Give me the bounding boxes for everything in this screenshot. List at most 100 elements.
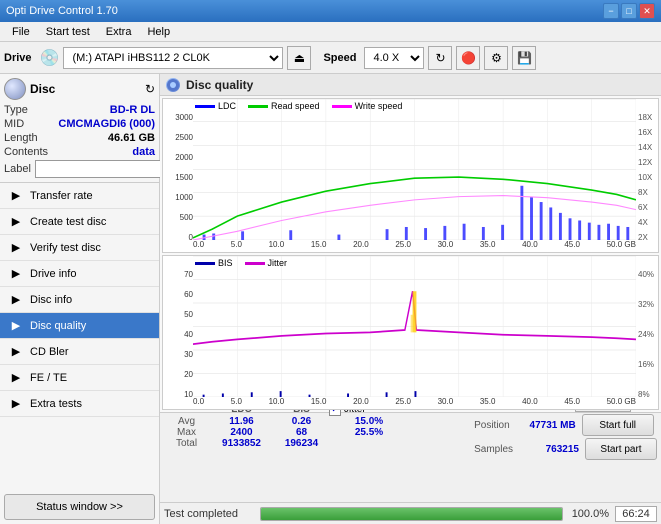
chart1-y-axis-right: 18X16X14X12X10X8X6X4X2X bbox=[636, 99, 658, 252]
menu-extra[interactable]: Extra bbox=[98, 24, 140, 40]
stats-panel: LDC BIS ✓ Jitter Avg 11.96 0.26 15.0% bbox=[160, 412, 661, 502]
sidebar-item-label: Create test disc bbox=[30, 216, 106, 228]
maximize-button[interactable]: □ bbox=[621, 3, 637, 19]
stats-total-ldc: 9133852 bbox=[209, 438, 274, 449]
chart2-svg bbox=[193, 256, 636, 397]
chart2-y-axis-left: 70605040302010 bbox=[163, 256, 193, 409]
disc-info-panel: Disc ↻ Type BD-R DL MID CMCMAGDI6 (000) … bbox=[0, 74, 159, 183]
close-button[interactable]: ✕ bbox=[639, 3, 655, 19]
menu-help[interactable]: Help bbox=[139, 24, 178, 40]
menu-file[interactable]: File bbox=[4, 24, 38, 40]
disc-type-key: Type bbox=[4, 104, 28, 116]
legend-bis: BIS bbox=[218, 258, 233, 268]
menu-start-test[interactable]: Start test bbox=[38, 24, 98, 40]
sidebar-item-label: Extra tests bbox=[30, 398, 82, 410]
status-text: Test completed bbox=[164, 508, 254, 520]
extra-tests-icon: ▶ bbox=[8, 396, 24, 412]
progress-bar bbox=[260, 507, 563, 521]
disc-length-value: 46.61 GB bbox=[108, 132, 155, 144]
disc-label-key: Label bbox=[4, 163, 31, 175]
legend-ldc: LDC bbox=[218, 101, 236, 111]
cd-bler-icon: ▶ bbox=[8, 344, 24, 360]
menu-bar: File Start test Extra Help bbox=[0, 22, 661, 42]
time-display: 66:24 bbox=[615, 506, 657, 522]
stats-row-avg-label: Avg bbox=[164, 416, 209, 427]
sidebar-item-drive-info[interactable]: ▶ Drive info bbox=[0, 261, 159, 287]
stats-total-bis: 196234 bbox=[274, 438, 329, 449]
fe-te-icon: ▶ bbox=[8, 370, 24, 386]
sidebar-item-cd-bler[interactable]: ▶ CD Bler bbox=[0, 339, 159, 365]
stats-max-ldc: 2400 bbox=[209, 427, 274, 438]
window-controls: − □ ✕ bbox=[603, 3, 655, 19]
progress-bar-fill bbox=[261, 508, 562, 520]
disc-mid-value: CMCMAGDI6 (000) bbox=[58, 118, 155, 130]
status-window-button[interactable]: Status window >> bbox=[4, 494, 155, 520]
refresh-button[interactable]: ↻ bbox=[428, 46, 452, 70]
bottom-bar: Test completed 100.0% 66:24 bbox=[160, 502, 661, 524]
disc-length-key: Length bbox=[4, 132, 38, 144]
progress-pct: 100.0% bbox=[569, 508, 609, 520]
legend-write-speed: Write speed bbox=[355, 101, 403, 111]
speed-select[interactable]: 4.0 X bbox=[364, 47, 424, 69]
disc-label-input[interactable] bbox=[35, 160, 173, 178]
legend-read-speed: Read speed bbox=[271, 101, 320, 111]
sidebar-item-disc-info[interactable]: ▶ Disc info bbox=[0, 287, 159, 313]
chart2-x-axis: 0.05.010.015.020.025.030.035.040.045.050… bbox=[193, 397, 636, 409]
drive-info-icon: ▶ bbox=[8, 266, 24, 282]
disc-info-icon: ▶ bbox=[8, 292, 24, 308]
stats-avg-jitter: 15.0% bbox=[329, 416, 409, 427]
chart-bis: 70605040302010 40%32%24%16%8% BIS Jitter bbox=[162, 255, 659, 410]
verify-test-disc-icon: ▶ bbox=[8, 240, 24, 256]
drive-select[interactable]: (M:) ATAPI iHBS112 2 CL0K bbox=[63, 47, 283, 69]
sidebar-item-label: FE / TE bbox=[30, 372, 67, 384]
sidebar: Disc ↻ Type BD-R DL MID CMCMAGDI6 (000) … bbox=[0, 74, 160, 524]
title-bar: Opti Drive Control 1.70 − □ ✕ bbox=[0, 0, 661, 22]
stats-max-jitter: 25.5% bbox=[329, 427, 409, 438]
app-title: Opti Drive Control 1.70 bbox=[6, 5, 118, 17]
sidebar-item-label: Transfer rate bbox=[30, 190, 93, 202]
save-button[interactable]: 💾 bbox=[512, 46, 536, 70]
stats-avg-bis: 0.26 bbox=[274, 416, 329, 427]
transfer-rate-icon: ▶ bbox=[8, 188, 24, 204]
chart1-x-axis: 0.05.010.015.020.025.030.035.040.045.050… bbox=[193, 240, 636, 252]
sidebar-item-disc-quality[interactable]: ▶ Disc quality bbox=[0, 313, 159, 339]
sidebar-item-fe-te[interactable]: ▶ FE / TE bbox=[0, 365, 159, 391]
create-test-disc-icon: ▶ bbox=[8, 214, 24, 230]
start-full-button[interactable]: Start full bbox=[582, 414, 654, 436]
sidebar-item-label: Disc quality bbox=[30, 320, 86, 332]
main-layout: Disc ↻ Type BD-R DL MID CMCMAGDI6 (000) … bbox=[0, 74, 661, 524]
sidebar-item-label: CD Bler bbox=[30, 346, 69, 358]
sidebar-item-extra-tests[interactable]: ▶ Extra tests bbox=[0, 391, 159, 417]
sidebar-item-verify-test-disc[interactable]: ▶ Verify test disc bbox=[0, 235, 159, 261]
toolbar: Drive 💿 (M:) ATAPI iHBS112 2 CL0K ⏏ Spee… bbox=[0, 42, 661, 74]
eject-button[interactable]: ⏏ bbox=[287, 46, 311, 70]
stats-avg-ldc: 11.96 bbox=[209, 416, 274, 427]
charts-area: 300025002000150010005000 18X16X14X12X10X… bbox=[160, 96, 661, 412]
sidebar-item-label: Verify test disc bbox=[30, 242, 101, 254]
chart-ldc: 300025002000150010005000 18X16X14X12X10X… bbox=[162, 98, 659, 253]
stats-row-total-label: Total bbox=[164, 438, 209, 449]
settings-button[interactable]: ⚙ bbox=[484, 46, 508, 70]
start-part-button[interactable]: Start part bbox=[585, 438, 657, 460]
burn-button[interactable]: 🔴 bbox=[456, 46, 480, 70]
content-area: Disc quality 300025002000150010005000 18… bbox=[160, 74, 661, 524]
stats-total-jitter bbox=[329, 438, 409, 449]
minimize-button[interactable]: − bbox=[603, 3, 619, 19]
sidebar-item-transfer-rate[interactable]: ▶ Transfer rate bbox=[0, 183, 159, 209]
sidebar-item-create-test-disc[interactable]: ▶ Create test disc bbox=[0, 209, 159, 235]
content-title: Disc quality bbox=[186, 78, 253, 92]
disc-quality-icon: ▶ bbox=[8, 318, 24, 334]
drive-icon: 💿 bbox=[40, 48, 60, 68]
chart1-legend: LDC Read speed Write speed bbox=[195, 101, 402, 111]
content-header: Disc quality bbox=[160, 74, 661, 96]
drive-label: Drive bbox=[4, 52, 32, 64]
disc-icon bbox=[4, 78, 26, 100]
nav-items: ▶ Transfer rate ▶ Create test disc ▶ Ver… bbox=[0, 183, 159, 490]
chart1-y-axis-left: 300025002000150010005000 bbox=[163, 99, 193, 252]
position-label: Position bbox=[474, 420, 510, 431]
legend-jitter: Jitter bbox=[268, 258, 288, 268]
content-title-icon bbox=[166, 78, 180, 92]
disc-refresh-icon[interactable]: ↻ bbox=[145, 82, 155, 96]
sidebar-item-label: Drive info bbox=[30, 268, 76, 280]
chart2-y-axis-right: 40%32%24%16%8% bbox=[636, 256, 658, 409]
